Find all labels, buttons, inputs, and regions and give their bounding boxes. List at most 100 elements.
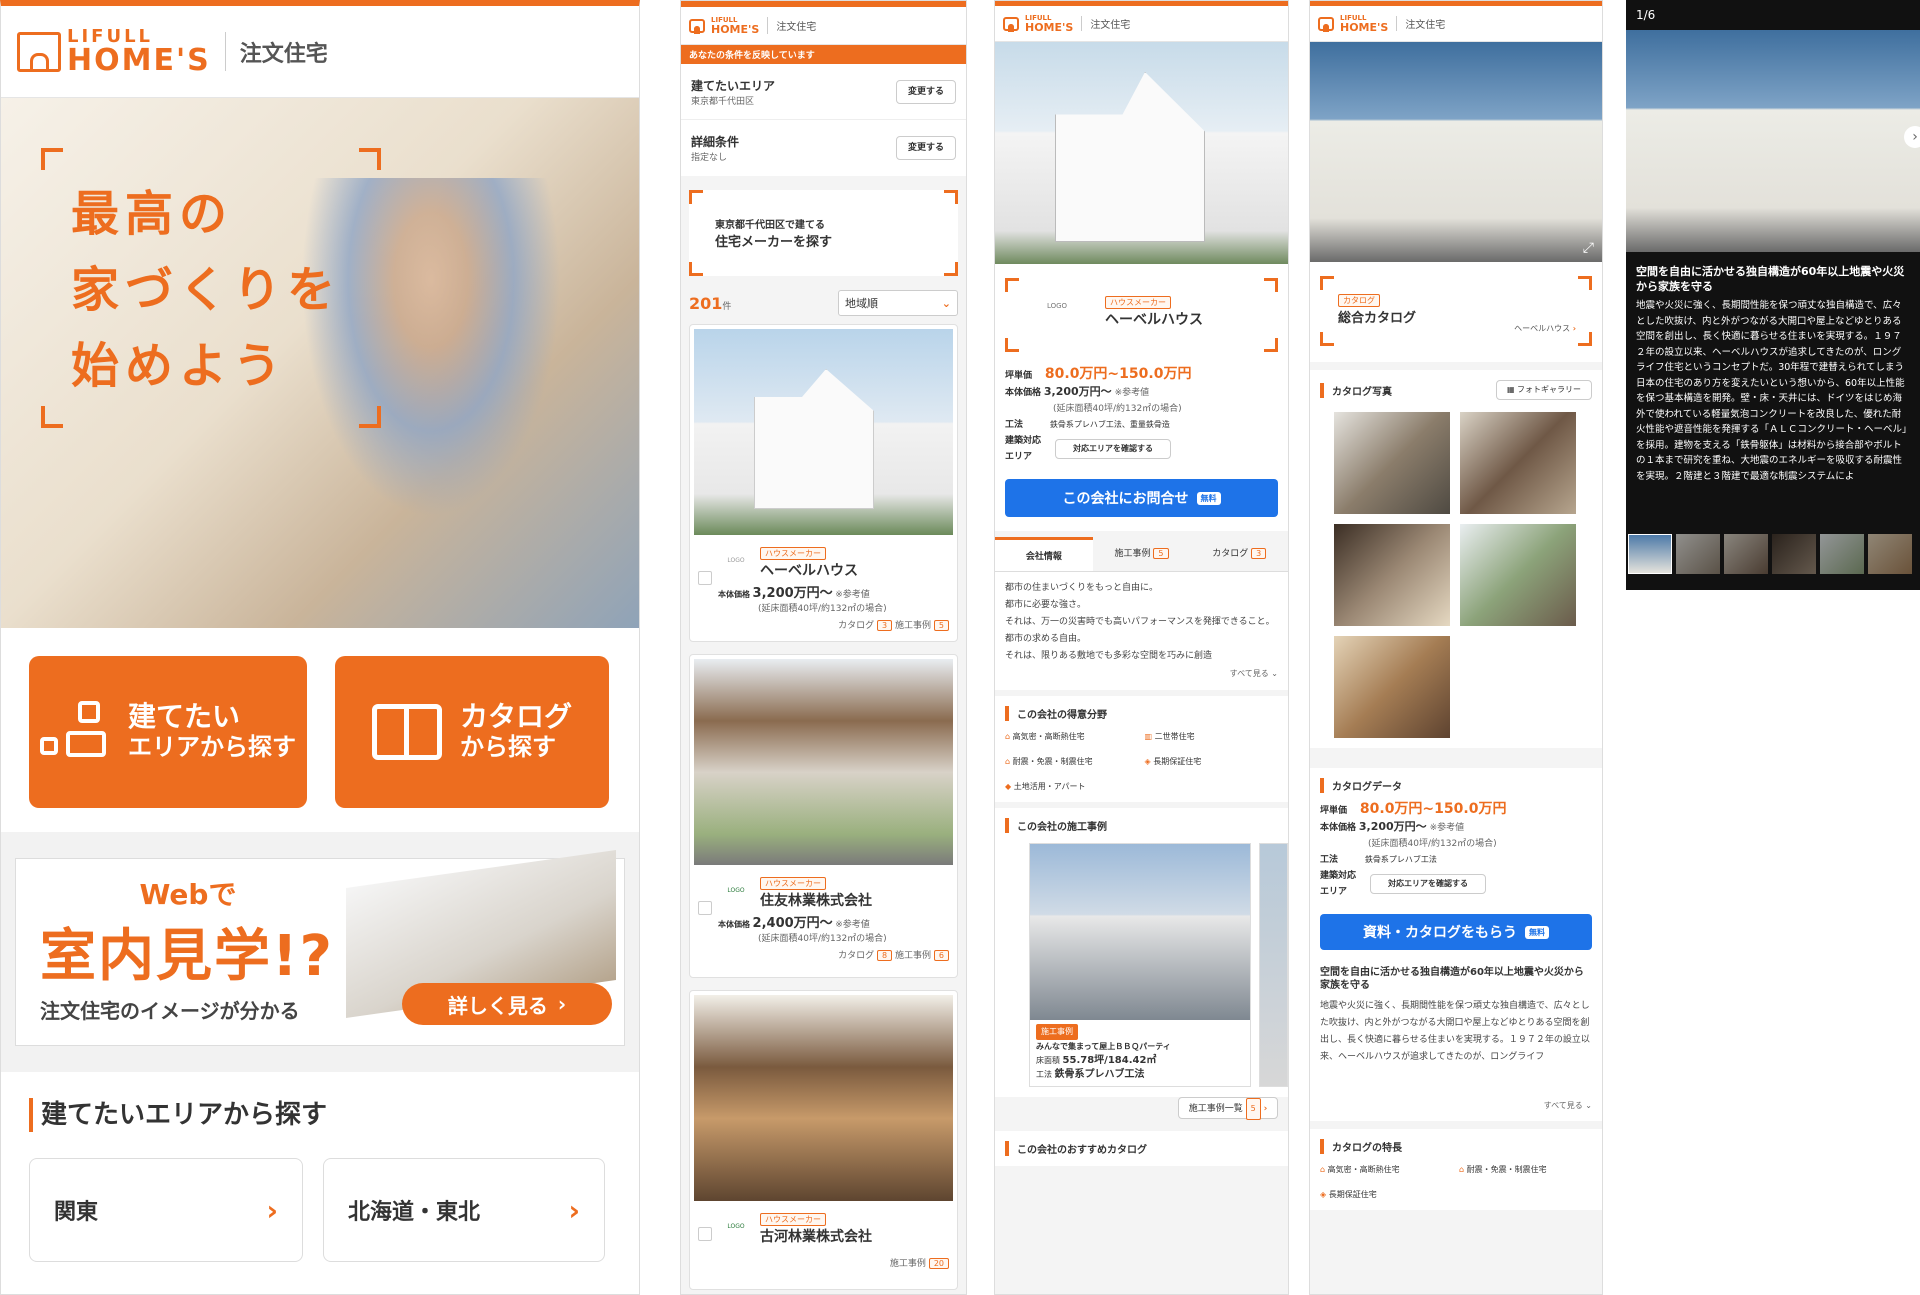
case-card-next[interactable] <box>1259 843 1288 1087</box>
case-card[interactable]: 施工事例 みんなで集まって屋上ＢＢＱパーティ 床面積 55.78坪/184.42… <box>1029 843 1252 1087</box>
region-hokkaido-tohoku[interactable]: 北海道・東北 › <box>323 1158 605 1262</box>
hero-copy: 最高の 家づくりを 始めよう <box>71 176 341 404</box>
maker-link[interactable]: ヘーベルハウス › <box>1514 323 1576 334</box>
area-note: (延床面積40坪/約132㎡の場合) <box>758 934 887 944</box>
lifull-homes-logo[interactable]: LIFULL HOME'S <box>689 16 759 35</box>
guarantee-icon: ◈ <box>1320 1190 1327 1199</box>
maker-type-tag: ハウスメーカー <box>760 877 826 890</box>
result-count: 201 <box>689 293 723 313</box>
lifull-homes-logo[interactable]: LIFULL HOME'S <box>1003 14 1073 33</box>
tab-company-info[interactable]: 会社情報 <box>995 537 1093 571</box>
search-by-area-button[interactable]: 建てたい エリアから探す <box>29 656 307 808</box>
method-label: 工法 <box>1005 420 1024 430</box>
map-pin-icon <box>40 701 110 763</box>
catalog-tag: カタログ <box>1338 294 1380 307</box>
tab-catalog[interactable]: カタログ 3 <box>1190 537 1288 571</box>
region-label: 北海道・東北 <box>348 1200 481 1225</box>
area-note: (延床面積40坪/約132㎡の場合) <box>1053 404 1182 414</box>
strength-item: ◆ 土地活用・アパート <box>1005 782 1086 791</box>
price-label: 本体価格 <box>718 590 750 599</box>
sort-value: 地域順 <box>845 297 878 310</box>
thumbnail[interactable] <box>1724 534 1768 574</box>
case-list-button[interactable]: 施工事例一覧 5 › <box>1178 1097 1278 1120</box>
photo-grid <box>1334 412 1592 738</box>
photo-gallery-button[interactable]: ▦ フォトギャラリー <box>1496 380 1592 400</box>
chevron-right-icon: › <box>557 992 567 1016</box>
maker-search-box[interactable]: 東京都千代田区で建てる 住宅メーカーを探す <box>689 190 958 276</box>
book-icon <box>371 704 442 760</box>
lifull-homes-logo[interactable]: LIFULL HOME'S <box>1318 14 1388 33</box>
compare-checkbox[interactable] <box>698 1227 712 1241</box>
catalog-headline: 空間を自由に活かせる独自構造が60年以上地震や火災から家族を守る <box>1320 967 1584 991</box>
banner-sub-text: 注文住宅のイメージが分かる <box>40 999 300 1023</box>
logo-house-icon <box>17 31 61 72</box>
feature-item: ◈ 長期保証住宅 <box>1320 1190 1377 1199</box>
search-by-catalog-button[interactable]: カタログ から探す <box>335 656 609 808</box>
contact-company-button[interactable]: この会社にお問合せ 無料 <box>1005 479 1278 517</box>
check-area-button[interactable]: 対応エリアを確認する <box>1055 439 1171 459</box>
company-description: 都市の住まいづくりをもっと自由に。 都市に必要な強さ。 それは、万一の災害時でも… <box>995 572 1288 690</box>
show-more-link[interactable]: すべて見る ⌄ <box>1320 1100 1592 1111</box>
catalog-photo[interactable] <box>1460 412 1576 514</box>
cases-link[interactable]: 施工事例 <box>895 951 931 961</box>
list-item[interactable]: LOGO ハウスメーカー 古河林業株式会社 施工事例 20 <box>689 990 958 1290</box>
sort-select[interactable]: 地域順 ⌄ <box>838 290 958 316</box>
building-icon: ▥ <box>1144 732 1153 741</box>
thumbnail[interactable] <box>1820 534 1864 574</box>
lifull-homes-logo[interactable]: LIFULL HOME'S <box>17 27 211 76</box>
thumbnail[interactable] <box>1772 534 1816 574</box>
web-tour-banner[interactable]: Webで 室内見学!? 注文住宅のイメージが分かる 詳しく見る › <box>15 850 625 1046</box>
list-item[interactable]: LOGO ハウスメーカー 住友林業株式会社 本体価格 2,400万円〜 ※参考値 (… <box>689 654 958 978</box>
maker-name: ヘーベルハウス <box>1105 312 1203 328</box>
thumbnail[interactable] <box>1676 534 1720 574</box>
price-table: 坪単価 80.0万円~150.0万円 本体価格 3,200万円〜 ※参考値 (延… <box>1320 801 1592 900</box>
area-label: 建築対応エリア <box>1005 436 1042 462</box>
compare-checkbox[interactable] <box>698 901 712 915</box>
next-arrow-icon[interactable]: › <box>1904 126 1920 148</box>
banner-detail-button[interactable]: 詳しく見る › <box>402 983 612 1025</box>
check-area-button[interactable]: 対応エリアを確認する <box>1370 874 1486 894</box>
request-catalog-button[interactable]: 資料・カタログをもらう 無料 <box>1320 914 1592 950</box>
cases-link[interactable]: 施工事例 <box>890 1259 926 1269</box>
change-detail-button[interactable]: 変更する <box>896 136 956 160</box>
area-note: (延床面積40坪/約132㎡の場合) <box>758 604 887 614</box>
area-section: 建てたいエリアから探す 関東 › 北海道・東北 › <box>1 1072 639 1262</box>
show-more-link[interactable]: すべて見る ⌄ <box>1005 665 1278 682</box>
expand-icon[interactable]: ⤢ <box>1583 240 1594 256</box>
region-kanto[interactable]: 関東 › <box>29 1158 303 1262</box>
header: LIFULL HOME'S 注文住宅 <box>681 7 966 45</box>
strength-item: ⌂ 耐震・免震・制震住宅 <box>1005 757 1093 766</box>
free-badge: 無料 <box>1525 925 1549 939</box>
thumbnail[interactable] <box>1868 534 1912 574</box>
catalog-photo[interactable] <box>1334 412 1450 514</box>
price-value: 3,200万円〜 <box>1358 820 1427 833</box>
catalog-photo[interactable] <box>1334 636 1450 738</box>
hero-line: 家づくりを <box>71 262 342 318</box>
catalog-link[interactable]: カタログ <box>838 951 874 961</box>
change-area-button[interactable]: 変更する <box>896 79 956 104</box>
button-label: エリアから探す <box>128 733 296 761</box>
condition-label: 詳細条件 <box>691 135 740 149</box>
cases-count: 5 <box>933 620 949 631</box>
cases-link[interactable]: 施工事例 <box>895 621 931 631</box>
method-label: 工法 <box>1036 1070 1052 1079</box>
service-name: 注文住宅 <box>239 41 328 67</box>
reference-note: ※参考値 <box>835 590 870 600</box>
maker-logo: LOGO <box>727 557 745 564</box>
catalog-photo[interactable] <box>1460 524 1576 626</box>
catalog-body: 地震や火災に強く、長期間性能を保つ頑丈な独自構造で、広々とした吹抜け、内と外がつ… <box>1320 1001 1590 1062</box>
tab-cases[interactable]: 施工事例 5 <box>1092 537 1191 571</box>
house-main-photo <box>995 42 1288 264</box>
list-item[interactable]: LOGO ハウスメーカー ヘーベルハウス 本体価格 3,200万円〜 ※参考値 (延… <box>689 324 958 642</box>
compare-checkbox[interactable] <box>698 571 712 585</box>
button-label: この会社にお問合せ <box>1062 491 1189 507</box>
button-label: 詳しく見る <box>447 993 548 1018</box>
header: LIFULL HOME'S 注文住宅 <box>995 6 1288 42</box>
thumbnail[interactable] <box>1628 534 1672 574</box>
description-line: それは、限りある敷地でも多彩な空間を巧みに創造 <box>1005 651 1213 661</box>
catalog-features-section: カタログの特長 ⌂ 高気密・高断熱住宅 ⌂ 耐震・免震・制震住宅 ◈ 長期保証住… <box>1310 1129 1602 1210</box>
price-table: 坪単価 80.0万円~150.0万円 本体価格 3,200万円〜 ※参考値 (延… <box>1005 366 1278 465</box>
cases-count: 20 <box>928 1258 949 1269</box>
catalog-photo[interactable] <box>1334 524 1450 626</box>
catalog-link[interactable]: カタログ <box>838 621 874 631</box>
